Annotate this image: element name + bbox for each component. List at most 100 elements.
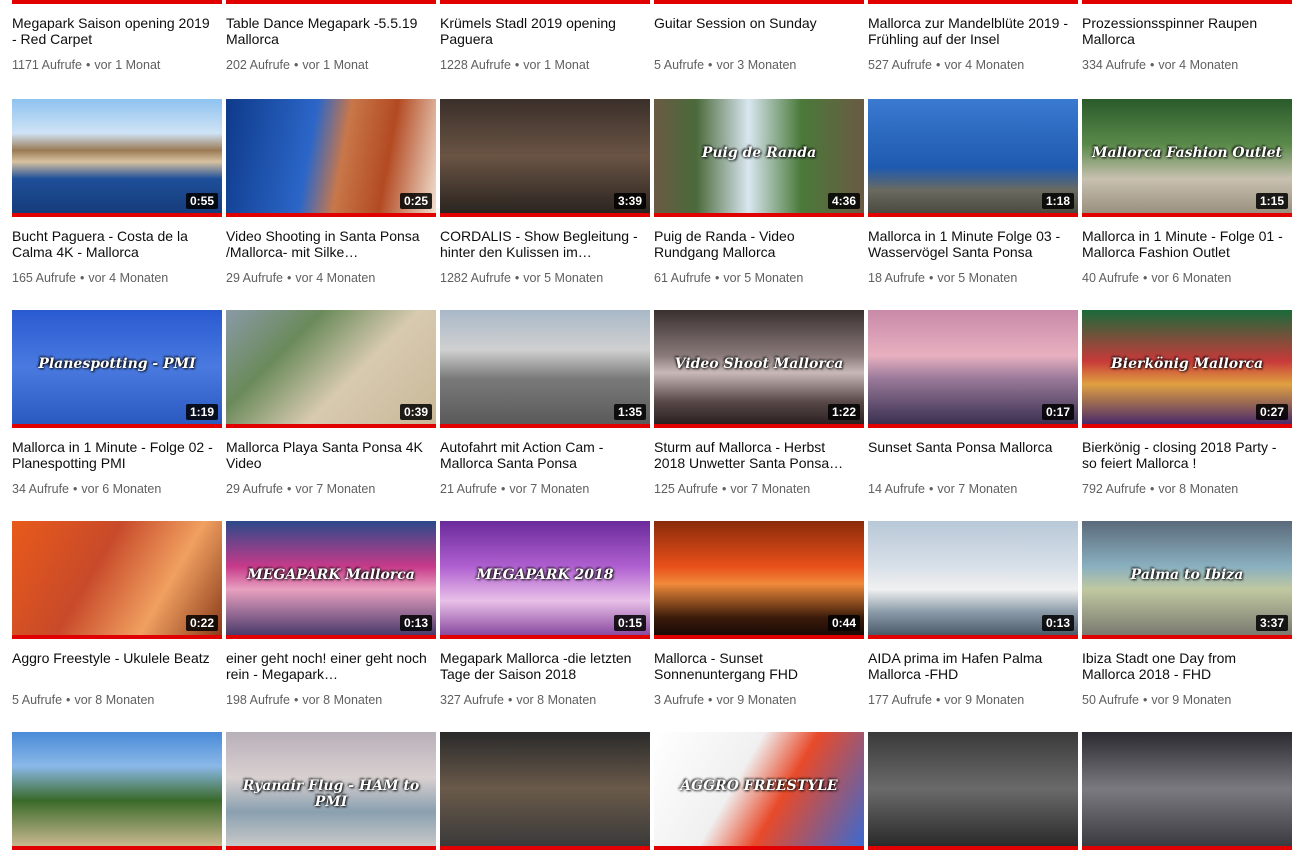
view-count: 50 Aufrufe — [1082, 693, 1139, 707]
view-count: 5 Aufrufe — [654, 58, 705, 72]
video-meta: 125 Aufrufe • vor 7 Monaten — [654, 482, 810, 496]
video-thumbnail[interactable] — [654, 0, 864, 4]
video-title[interactable]: Mallorca - Sunset Sonnenuntergang FHD — [654, 650, 859, 682]
video-title[interactable]: Mallorca Playa Santa Ponsa 4K Video — [226, 439, 431, 471]
view-count: 177 Aufrufe — [868, 693, 932, 707]
video-thumbnail[interactable] — [440, 0, 650, 4]
video-thumbnail[interactable]: 0:25 — [226, 99, 436, 217]
separator-dot: • — [287, 482, 292, 496]
video-title[interactable]: Krümels Stadl 2019 opening Paguera — [440, 15, 645, 47]
video-title[interactable]: Sunset Santa Ponsa Mallorca — [868, 439, 1073, 455]
duration-badge: 1:15 — [1255, 193, 1288, 209]
video-thumbnail[interactable]: AGGRO FREESTYLE — [654, 732, 864, 850]
video-title[interactable]: Mallorca in 1 Minute Folge 03 - Wasservö… — [868, 228, 1073, 260]
video-meta: 1228 Aufrufe • vor 1 Monat — [440, 58, 589, 72]
video-thumbnail[interactable] — [868, 732, 1078, 850]
view-count: 334 Aufrufe — [1082, 58, 1146, 72]
separator-dot: • — [514, 271, 520, 285]
video-title[interactable]: AIDA prima im Hafen Palma Mallorca -FHD — [868, 650, 1073, 682]
video-title[interactable]: Mallorca zur Mandelblüte 2019 - Frühling… — [868, 15, 1073, 47]
separator-dot: • — [721, 482, 727, 496]
video-title[interactable]: Prozessionsspinner Raupen Mallorca — [1082, 15, 1287, 47]
separator-dot: • — [1143, 693, 1148, 707]
video-meta: 327 Aufrufe • vor 8 Monaten — [440, 693, 596, 707]
video-title[interactable]: Mallorca in 1 Minute - Folge 01 - Mallor… — [1082, 228, 1287, 260]
video-title[interactable]: Megapark Saison opening 2019 - Red Carpe… — [12, 15, 217, 47]
video-title[interactable]: CORDALIS - Show Begleitung - hinter den … — [440, 228, 645, 260]
separator-dot: • — [1149, 58, 1155, 72]
separator-dot: • — [929, 271, 934, 285]
video-thumbnail[interactable]: Palma to Ibiza 3:37 — [1082, 521, 1292, 639]
view-count: 21 Aufrufe — [440, 482, 497, 496]
thumbnail-overlay-text: Planespotting - PMI — [38, 355, 196, 372]
video-thumbnail[interactable]: 1:18 — [868, 99, 1078, 217]
upload-age: vor 5 Monaten — [723, 271, 804, 285]
video-title[interactable]: Autofahrt mit Action Cam - Mallorca Sant… — [440, 439, 645, 471]
video-thumbnail[interactable] — [1082, 732, 1292, 850]
separator-dot: • — [935, 58, 941, 72]
video-thumbnail[interactable]: Planespotting - PMI 1:19 — [12, 310, 222, 428]
video-title[interactable]: Bucht Paguera - Costa de la Calma 4K - M… — [12, 228, 217, 260]
upload-age: vor 1 Monat — [94, 58, 161, 72]
video-title[interactable]: Ibiza Stadt one Day from Mallorca 2018 -… — [1082, 650, 1287, 682]
video-thumbnail[interactable]: Ryanair Flug - HAM to PMI — [226, 732, 436, 850]
view-count: 61 Aufrufe — [654, 271, 711, 285]
video-thumbnail[interactable] — [1082, 0, 1292, 4]
upload-age: vor 4 Monaten — [88, 271, 169, 285]
video-thumbnail[interactable] — [868, 0, 1078, 4]
video-title[interactable]: Table Dance Megapark -5.5.19 Mallorca — [226, 15, 431, 47]
upload-age: vor 7 Monaten — [295, 482, 376, 496]
thumbnail-overlay-text: MEGAPARK 2018 — [476, 566, 614, 583]
duration-badge: 1:18 — [1041, 193, 1074, 209]
video-title[interactable]: einer geht noch! einer geht noch rein - … — [226, 650, 431, 682]
duration-badge: 0:13 — [399, 615, 432, 631]
upload-age: vor 6 Monaten — [81, 482, 162, 496]
video-meta: 165 Aufrufe • vor 4 Monaten — [12, 271, 168, 285]
video-title[interactable]: Sturm auf Mallorca - Herbst 2018 Unwette… — [654, 439, 859, 471]
video-meta: 3 Aufrufe • vor 9 Monaten — [654, 693, 796, 707]
video-title[interactable]: Guitar Session on Sunday — [654, 15, 859, 31]
separator-dot: • — [1143, 271, 1148, 285]
video-title[interactable]: Puig de Randa - Video Rundgang Mallorca — [654, 228, 859, 260]
view-count: 1171 Aufrufe — [12, 58, 82, 72]
separator-dot: • — [293, 58, 299, 72]
video-meta: 29 Aufrufe • vor 4 Monaten — [226, 271, 375, 285]
video-thumbnail[interactable]: Puig de Randa 4:36 — [654, 99, 864, 217]
video-thumbnail[interactable] — [12, 732, 222, 850]
video-title[interactable]: Aggro Freestyle - Ukulele Beatz — [12, 650, 217, 666]
view-count: 3 Aufrufe — [654, 693, 705, 707]
video-thumbnail[interactable] — [12, 0, 222, 4]
video-thumbnail[interactable]: Mallorca Fashion Outlet 1:15 — [1082, 99, 1292, 217]
video-meta: 792 Aufrufe • vor 8 Monaten — [1082, 482, 1238, 496]
video-title[interactable]: Video Shooting in Santa Ponsa /Mallorca-… — [226, 228, 431, 260]
video-thumbnail[interactable]: Bierkönig Mallorca 0:27 — [1082, 310, 1292, 428]
video-thumbnail[interactable]: 0:44 — [654, 521, 864, 639]
separator-dot: • — [1149, 482, 1155, 496]
upload-age: vor 8 Monaten — [74, 693, 155, 707]
upload-age: vor 7 Monaten — [509, 482, 590, 496]
video-thumbnail[interactable]: 1:35 — [440, 310, 650, 428]
video-thumbnail[interactable]: 3:39 — [440, 99, 650, 217]
duration-badge: 3:37 — [1255, 615, 1288, 631]
video-thumbnail[interactable]: 0:39 — [226, 310, 436, 428]
separator-dot: • — [507, 693, 513, 707]
video-thumbnail[interactable]: 0:17 — [868, 310, 1078, 428]
video-thumbnail[interactable]: Video Shoot Mallorca 1:22 — [654, 310, 864, 428]
upload-age: vor 7 Monaten — [730, 482, 811, 496]
video-title[interactable]: Megapark Mallorca -die letzten Tage der … — [440, 650, 645, 682]
video-title[interactable]: Bierkönig - closing 2018 Party - so feie… — [1082, 439, 1287, 471]
video-thumbnail[interactable] — [440, 732, 650, 850]
video-thumbnail[interactable] — [226, 0, 436, 4]
video-title[interactable]: Mallorca in 1 Minute - Folge 02 - Planes… — [12, 439, 217, 471]
video-thumbnail[interactable]: 0:55 — [12, 99, 222, 217]
thumbnail-overlay-text: Palma to Ibiza — [1130, 566, 1244, 583]
video-meta: 1282 Aufrufe • vor 5 Monaten — [440, 271, 603, 285]
video-thumbnail[interactable]: MEGAPARK Mallorca 0:13 — [226, 521, 436, 639]
video-thumbnail[interactable]: 0:13 — [868, 521, 1078, 639]
separator-dot: • — [293, 693, 299, 707]
video-thumbnail[interactable]: MEGAPARK 2018 0:15 — [440, 521, 650, 639]
thumbnail-overlay-text: MEGAPARK Mallorca — [247, 566, 415, 583]
video-thumbnail[interactable]: 0:22 — [12, 521, 222, 639]
duration-badge: 1:35 — [613, 404, 646, 420]
separator-dot: • — [715, 271, 720, 285]
